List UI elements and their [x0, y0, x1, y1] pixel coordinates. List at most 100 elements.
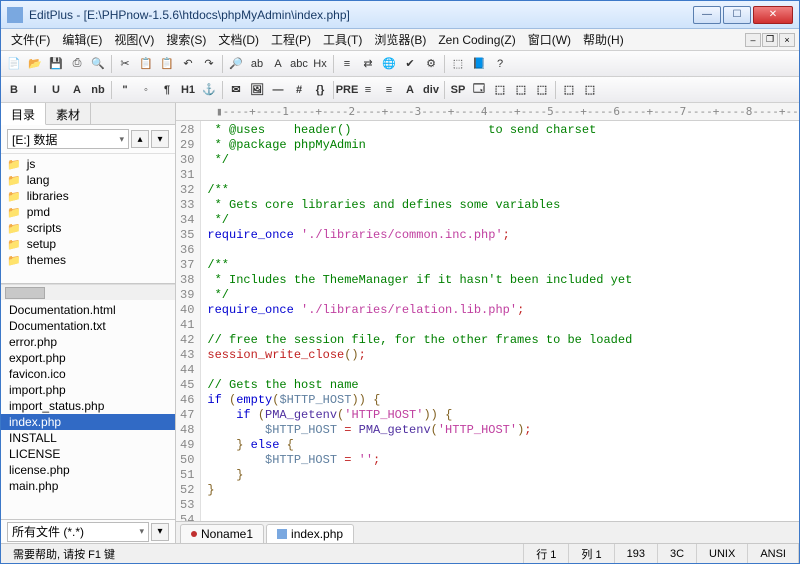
toolbar-button[interactable]: ✂	[115, 54, 135, 74]
menu-item[interactable]: 工程(P)	[265, 29, 317, 50]
toolbar-button[interactable]: ↶	[178, 54, 198, 74]
folder-item[interactable]: js	[1, 156, 175, 172]
toolbar-button[interactable]: abc	[289, 54, 309, 74]
toolbar-button[interactable]: ⬚	[490, 80, 510, 100]
file-item[interactable]: error.php	[1, 334, 175, 350]
toolbar-button[interactable]: 🗔	[469, 80, 489, 100]
toolbar-button[interactable]: ≡	[337, 54, 357, 74]
file-item[interactable]: export.php	[1, 350, 175, 366]
folder-item[interactable]: libraries	[1, 188, 175, 204]
menu-item[interactable]: 浏览器(B)	[368, 29, 432, 50]
toolbar-button[interactable]: 🌐	[379, 54, 399, 74]
toolbar-button[interactable]: I	[25, 80, 45, 100]
file-item[interactable]: import_status.php	[1, 398, 175, 414]
mdi-min-icon[interactable]: –	[745, 33, 761, 47]
toolbar-button[interactable]: 🔍	[88, 54, 108, 74]
menu-item[interactable]: 视图(V)	[108, 29, 160, 50]
maximize-button[interactable]: ☐	[723, 6, 751, 24]
file-item[interactable]: favicon.ico	[1, 366, 175, 382]
toolbar-button[interactable]: H1	[178, 80, 198, 100]
scrollbar-thumb[interactable]	[5, 287, 45, 299]
tab-directory[interactable]: 目录	[1, 103, 46, 125]
toolbar-button[interactable]: nb	[88, 80, 108, 100]
toolbar-button[interactable]: ↷	[199, 54, 219, 74]
toolbar-button[interactable]: ⬚	[580, 80, 600, 100]
toolbar-button[interactable]: —	[268, 80, 288, 100]
mdi-restore-icon[interactable]: ❐	[762, 33, 778, 47]
file-list[interactable]: Documentation.htmlDocumentation.txterror…	[1, 300, 175, 519]
nav-up-button[interactable]: ▴	[131, 130, 149, 148]
code-lines[interactable]: * @uses header() to send charset * @pack…	[201, 121, 703, 521]
code-editor[interactable]: 2829303132333435363738394041424344454647…	[176, 121, 799, 521]
toolbar-button[interactable]: A	[67, 80, 87, 100]
minimize-button[interactable]: —	[693, 6, 721, 24]
tab-clips[interactable]: 素材	[46, 103, 91, 124]
toolbar-button[interactable]: ✉	[226, 80, 246, 100]
toolbar-button[interactable]: A	[268, 54, 288, 74]
toolbar-button[interactable]: ⬚	[511, 80, 531, 100]
menu-item[interactable]: 编辑(E)	[56, 29, 108, 50]
doc-tab[interactable]: Noname1	[180, 524, 264, 543]
toolbar-button[interactable]: ab	[247, 54, 267, 74]
file-item[interactable]: INSTALL	[1, 430, 175, 446]
toolbar-button[interactable]: ?	[490, 54, 510, 74]
toolbar-button[interactable]: PRE	[337, 80, 357, 100]
toolbar-button[interactable]: SP	[448, 80, 468, 100]
file-item[interactable]: LICENSE	[1, 446, 175, 462]
toolbar-button[interactable]: ◦	[136, 80, 156, 100]
toolbar-button[interactable]: 🔎	[226, 54, 246, 74]
doc-tab[interactable]: index.php	[266, 524, 354, 543]
toolbar-button[interactable]: U	[46, 80, 66, 100]
folder-item[interactable]: setup	[1, 236, 175, 252]
toolbar-button[interactable]: ¶	[157, 80, 177, 100]
menu-item[interactable]: 搜索(S)	[160, 29, 212, 50]
toolbar-button[interactable]: ≡	[379, 80, 399, 100]
toolbar-button[interactable]: Hx	[310, 54, 330, 74]
toolbar-button[interactable]: ⚓	[199, 80, 219, 100]
toolbar-button[interactable]: div	[421, 80, 441, 100]
drive-select[interactable]: [E:] 数据	[7, 129, 129, 149]
nav-menu-button[interactable]: ▾	[151, 130, 169, 148]
toolbar-button[interactable]: 📋	[136, 54, 156, 74]
toolbar-button[interactable]: {}	[310, 80, 330, 100]
folder-item[interactable]: pmd	[1, 204, 175, 220]
toolbar-button[interactable]: B	[4, 80, 24, 100]
toolbar-button[interactable]: 🖼	[247, 80, 267, 100]
file-item[interactable]: main.php	[1, 478, 175, 494]
filter-menu-button[interactable]: ▾	[151, 523, 169, 541]
close-button[interactable]: ✕	[753, 6, 793, 24]
file-item[interactable]: index.php	[1, 414, 175, 430]
toolbar-button[interactable]: 📄	[4, 54, 24, 74]
toolbar-button[interactable]: 💾	[46, 54, 66, 74]
mdi-close-icon[interactable]: ×	[779, 33, 795, 47]
file-item[interactable]: Documentation.txt	[1, 318, 175, 334]
toolbar-button[interactable]: ⎙	[67, 54, 87, 74]
folder-item[interactable]: themes	[1, 252, 175, 268]
toolbar-button[interactable]: ≡	[358, 80, 378, 100]
file-item[interactable]: Documentation.html	[1, 302, 175, 318]
toolbar-button[interactable]: ⚙	[421, 54, 441, 74]
folder-list[interactable]: jslanglibrariespmdscriptssetupthemes	[1, 154, 175, 284]
menu-item[interactable]: 帮助(H)	[577, 29, 630, 50]
folder-item[interactable]: lang	[1, 172, 175, 188]
toolbar-button[interactable]: 📘	[469, 54, 489, 74]
file-item[interactable]: import.php	[1, 382, 175, 398]
folder-item[interactable]: scripts	[1, 220, 175, 236]
toolbar-button[interactable]: ⬚	[448, 54, 468, 74]
toolbar-button[interactable]: ⬚	[559, 80, 579, 100]
menu-item[interactable]: 文档(D)	[212, 29, 265, 50]
menu-item[interactable]: 工具(T)	[317, 29, 368, 50]
toolbar-button[interactable]: ⬚	[532, 80, 552, 100]
file-item[interactable]: license.php	[1, 462, 175, 478]
menu-item[interactable]: Zen Coding(Z)	[432, 31, 521, 49]
menu-item[interactable]: 窗口(W)	[522, 29, 577, 50]
toolbar-button[interactable]: ✔	[400, 54, 420, 74]
toolbar-button[interactable]: 📂	[25, 54, 45, 74]
toolbar-button[interactable]: #	[289, 80, 309, 100]
toolbar-button[interactable]: "	[115, 80, 135, 100]
menu-item[interactable]: 文件(F)	[5, 29, 56, 50]
toolbar-button[interactable]: 📋	[157, 54, 177, 74]
toolbar-button[interactable]: ⇄	[358, 54, 378, 74]
toolbar-button[interactable]: A	[400, 80, 420, 100]
titlebar[interactable]: EditPlus - [E:\PHPnow-1.5.6\htdocs\phpMy…	[1, 1, 799, 29]
